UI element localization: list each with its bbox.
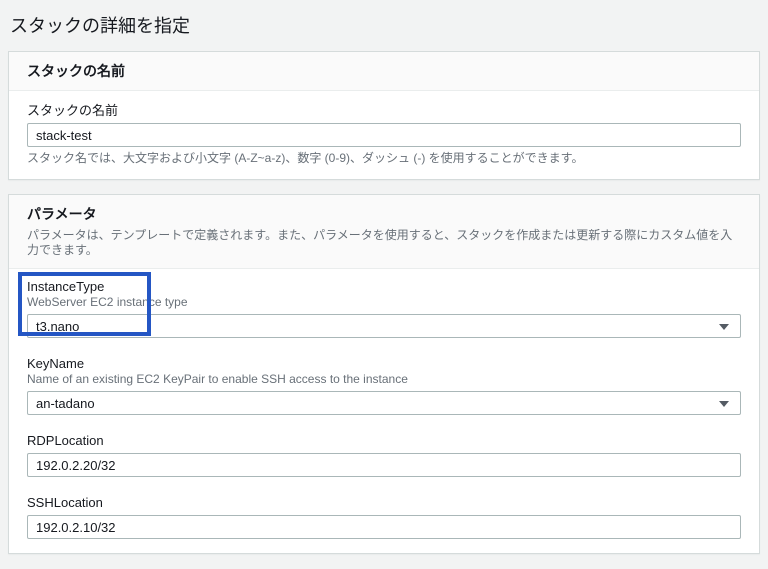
key-name-selected-value: an-tadano [36,395,95,411]
key-name-description: Name of an existing EC2 KeyPair to enabl… [27,372,408,386]
stack-name-panel: スタックの名前 スタックの名前 スタック名では、大文字および小文字 (A-Z~a… [8,51,760,180]
rdp-location-field-group: RDPLocation [27,433,741,477]
stack-name-input[interactable] [27,123,741,147]
stack-name-field-group: スタックの名前 スタック名では、大文字および小文字 (A-Z~a-z)、数字 (… [27,103,741,165]
ssh-location-label: SSHLocation [27,495,103,510]
key-name-select[interactable]: an-tadano [27,391,741,415]
ssh-location-field-group: SSHLocation [27,495,741,539]
parameters-panel: パラメータ パラメータは、テンプレートで定義されます。また、パラメータを使用する… [8,194,760,554]
key-name-label: KeyName [27,356,85,371]
ssh-location-input[interactable] [27,515,741,539]
caret-down-icon [719,401,729,407]
instance-type-select[interactable]: t3.nano [27,314,741,338]
instance-type-selected-value: t3.nano [36,318,80,334]
parameters-panel-title: パラメータ [27,206,97,222]
instance-type-label: InstanceType [27,279,105,294]
stack-details-page: スタックの詳細を指定 スタックの名前 スタックの名前 スタック名では、大文字およ… [0,0,768,569]
stack-name-panel-body: スタックの名前 スタック名では、大文字および小文字 (A-Z~a-z)、数字 (… [9,91,759,179]
parameters-panel-description: パラメータは、テンプレートで定義されます。また、パラメータを使用すると、スタック… [27,228,733,257]
stack-name-panel-title: スタックの名前 [27,63,125,79]
stack-name-label: スタックの名前 [27,103,119,118]
key-name-field-group: KeyName Name of an existing EC2 KeyPair … [27,356,741,415]
page-title: スタックの詳細を指定 [10,16,190,36]
instance-type-description: WebServer EC2 instance type [27,295,188,309]
caret-down-icon [719,324,729,330]
stack-name-hint: スタック名では、大文字および小文字 (A-Z~a-z)、数字 (0-9)、ダッシ… [27,151,584,165]
parameters-panel-body: InstanceType WebServer EC2 instance type… [9,269,759,553]
instance-type-field-group: InstanceType WebServer EC2 instance type… [18,272,741,338]
parameters-panel-header: パラメータ パラメータは、テンプレートで定義されます。また、パラメータを使用する… [9,195,759,269]
stack-name-panel-header: スタックの名前 [9,52,759,91]
rdp-location-label: RDPLocation [27,433,104,448]
rdp-location-input[interactable] [27,453,741,477]
